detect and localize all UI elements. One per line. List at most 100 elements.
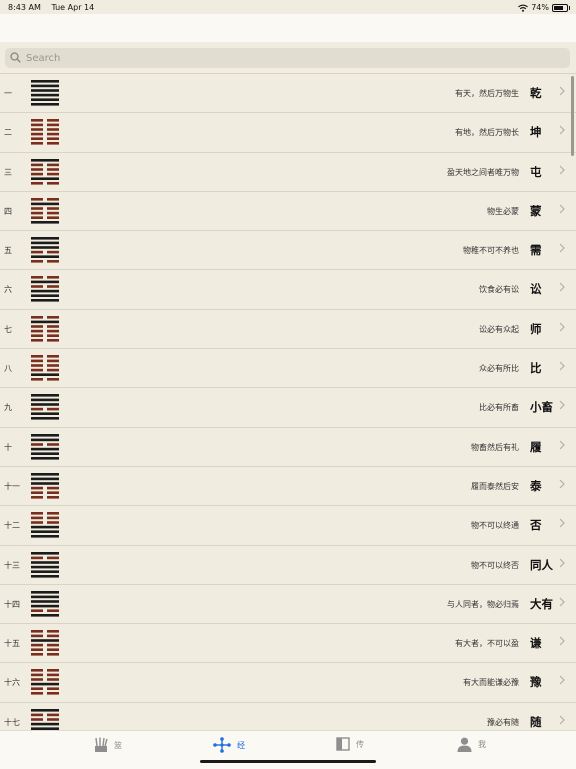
hexagram-name: 需 [530, 243, 542, 258]
hexagram-name: 乾 [530, 86, 542, 100]
yin-line-segment [31, 128, 43, 132]
hexagram-number: 十六 [4, 678, 20, 688]
hexagram-number: 七 [4, 324, 12, 334]
yin-line-segment [47, 181, 59, 185]
list-item[interactable]: 十六 有大而能谦必豫 豫 [0, 663, 576, 703]
yin-line-segment [31, 486, 43, 490]
yin-line-segment [47, 442, 59, 446]
hexagram-symbol [31, 315, 59, 342]
yin-line-segment [47, 285, 59, 289]
yin-line-segment [31, 687, 43, 691]
hexagram-number: 十三 [4, 560, 20, 570]
yin-line-segment [47, 687, 59, 691]
hexagram-name: 谦 [530, 636, 542, 651]
yang-line [31, 281, 59, 284]
yin-line-segment [47, 260, 59, 263]
hexagram-symbol [31, 512, 59, 538]
hexagram-symbol [31, 276, 59, 303]
yin-line-segment [47, 368, 59, 372]
list-item[interactable]: 五 物稚不可不养也 需 [0, 231, 576, 271]
tab-me[interactable]: 我 [457, 737, 486, 752]
yang-line [31, 530, 59, 534]
yang-line [31, 595, 59, 599]
tab-commentary[interactable]: 传 [336, 737, 364, 751]
yin-line-segment [31, 491, 43, 494]
hexagram-symbol [31, 197, 59, 224]
yin-line-segment [47, 643, 59, 647]
yin-line-segment [31, 378, 43, 381]
yin-line-segment [31, 137, 43, 141]
yin-line-segment [31, 678, 43, 682]
yang-line [31, 294, 59, 298]
yin-line-segment [31, 338, 43, 342]
hexagram-number: 五 [4, 246, 12, 256]
tab-divination[interactable]: 筮 [94, 737, 122, 753]
yin-line-segment [31, 181, 43, 185]
chevron-right-icon [559, 243, 565, 253]
yang-line [31, 103, 59, 106]
yin-line-segment [31, 556, 43, 559]
list-item[interactable]: 七 讼必有众起 师 [0, 310, 576, 350]
yin-line-segment [47, 648, 59, 652]
yang-line [31, 398, 59, 402]
hexagram-symbol [31, 708, 59, 730]
hexagram-name: 泰 [530, 478, 542, 493]
hexagram-description: 物畜然后有礼 [471, 442, 519, 452]
hexagram-name: 履 [530, 439, 542, 454]
yin-line-segment [47, 717, 59, 721]
yang-line [31, 320, 59, 323]
yin-line-segment [47, 491, 59, 494]
hexagram-description: 饮食必有讼 [479, 285, 519, 295]
yin-line-segment [31, 285, 43, 289]
list-item[interactable]: 十七 豫必有随 随 [0, 703, 576, 730]
yang-line [31, 412, 59, 416]
yang-line [31, 433, 59, 437]
hexagram-symbol [31, 158, 59, 185]
list-item[interactable]: 十一 履而泰然后安 泰 [0, 467, 576, 507]
tab-classic[interactable]: 经 [213, 737, 245, 753]
list-item[interactable]: 十四 与人同者，物必归焉 大有 [0, 585, 576, 625]
list-item[interactable]: 十二 物不可以终通 否 [0, 506, 576, 546]
yang-line [31, 438, 59, 441]
yin-line-segment [31, 648, 43, 652]
list-item[interactable]: 十五 有大者，不可以盈 谦 [0, 624, 576, 664]
list-item[interactable]: 二 有地，然后万物长 坤 [0, 113, 576, 153]
list-item[interactable]: 三 盈天地之间者唯万物 屯 [0, 153, 576, 192]
yang-line [31, 639, 59, 642]
yang-line [31, 255, 59, 259]
yin-line-segment [47, 669, 59, 673]
yin-line-segment [31, 634, 43, 638]
hexagram-description: 有大者，不可以盈 [455, 639, 519, 649]
yin-line-segment [31, 167, 43, 171]
chevron-right-icon [559, 322, 565, 332]
chevron-right-icon [559, 676, 565, 685]
hexagram-symbol [31, 669, 59, 696]
hexagram-number: 六 [4, 285, 12, 295]
list-item[interactable]: 八 众必有所比 比 [0, 349, 576, 389]
yin-line-segment [47, 250, 59, 254]
yin-line-segment [47, 137, 59, 141]
list-item[interactable]: 六 饮食必有讼 讼 [0, 270, 576, 310]
battery-percent: 74% [531, 3, 549, 12]
chevron-right-icon [559, 558, 565, 567]
chevron-right-icon [559, 479, 565, 489]
hexagram-number: 十七 [4, 717, 20, 727]
yin-line-segment [47, 142, 59, 145]
yin-line-segment [47, 692, 59, 696]
list-item[interactable]: 四 物生必蒙 蒙 [0, 192, 576, 232]
yin-line-segment [47, 556, 59, 559]
yin-line-segment [31, 692, 43, 696]
hexagram-symbol [31, 433, 59, 460]
search-bar [0, 42, 576, 74]
yang-line [31, 477, 59, 481]
search-field[interactable] [5, 48, 570, 68]
scrollbar[interactable] [571, 76, 574, 156]
yin-line-segment [31, 521, 43, 525]
yang-line [31, 708, 59, 712]
list-item[interactable]: 九 比必有所畜 小畜 [0, 388, 576, 428]
list-item[interactable]: 十 物畜然后有礼 履 [0, 428, 576, 467]
list-item[interactable]: 十三 物不可以终否 同人 [0, 546, 576, 585]
search-input[interactable] [26, 50, 556, 66]
list-item[interactable]: 一 有天，然后万物生 乾 [0, 74, 576, 114]
tab-label: 筮 [114, 740, 122, 750]
